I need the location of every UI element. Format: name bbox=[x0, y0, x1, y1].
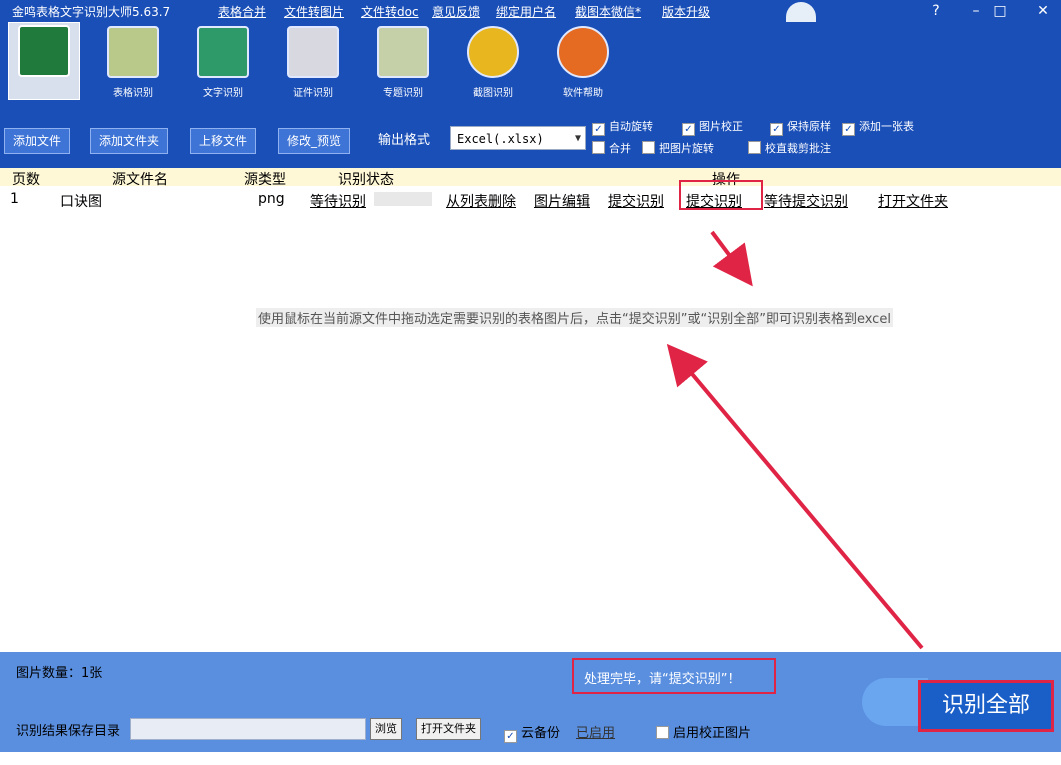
tool-excel[interactable] bbox=[8, 22, 80, 100]
options-row: 添加文件 添加文件夹 上移文件 修改_预览 输出格式 Excel(.xlsx) … bbox=[0, 120, 1061, 168]
cloud-status-link[interactable]: 已启用 bbox=[576, 722, 615, 741]
modify-preview-button[interactable]: 修改_预览 bbox=[278, 128, 351, 154]
checkbox-label: 把图片旋转 bbox=[659, 142, 714, 155]
keep-original-checkbox[interactable]: ✓ 保持原样 bbox=[770, 118, 831, 136]
wait-submit-link[interactable]: 等待提交识别 bbox=[764, 191, 848, 211]
tool-label: 截图识别 bbox=[473, 88, 513, 99]
menu-merge-tables[interactable]: 表格合并 bbox=[218, 3, 266, 20]
close-button[interactable]: ✕ bbox=[1025, 0, 1061, 22]
menu-screenshot[interactable]: 截图本微信* bbox=[575, 3, 641, 20]
checkbox-checked-icon: ✓ bbox=[842, 123, 855, 136]
checkbox-label: 云备份 bbox=[521, 726, 561, 741]
document-icon bbox=[197, 26, 249, 78]
chevron-down-icon: ▼ bbox=[574, 133, 581, 144]
checkbox-label: 校直裁剪批注 bbox=[765, 142, 831, 155]
checkbox-label: 图片校正 bbox=[699, 120, 743, 133]
title-bar: 金鸣表格文字识别大师5.63.7 表格合并 文件转图片 文件转doc 意见反馈 … bbox=[0, 0, 1061, 38]
checkbox-label: 自动旋转 bbox=[609, 120, 653, 133]
submit-recognition-link[interactable]: 提交识别 bbox=[608, 191, 664, 211]
rotate-image-checkbox[interactable]: 把图片旋转 bbox=[642, 140, 714, 156]
highlight-box bbox=[679, 180, 763, 210]
help-circle-icon bbox=[557, 26, 609, 78]
tool-label: 专题识别 bbox=[383, 88, 423, 99]
book-icon bbox=[377, 26, 429, 78]
excel-icon bbox=[18, 25, 70, 77]
open-folder-button[interactable]: 打开文件夹 bbox=[416, 718, 481, 740]
auto-rotate-checkbox[interactable]: ✓ 自动旋转 bbox=[592, 118, 653, 136]
menu-file-to-image[interactable]: 文件转图片 bbox=[284, 3, 344, 20]
checkbox-checked-icon: ✓ bbox=[770, 123, 783, 136]
image-count-value: 1张 bbox=[81, 666, 103, 681]
add-folder-button[interactable]: 添加文件夹 bbox=[90, 128, 169, 154]
delete-from-list-link[interactable]: 从列表删除 bbox=[446, 191, 516, 211]
maximize-button[interactable]: □ bbox=[984, 0, 1016, 22]
edit-image-link[interactable]: 图片编辑 bbox=[534, 191, 590, 211]
open-folder-link[interactable]: 打开文件夹 bbox=[878, 191, 948, 211]
table-header: 页数 源文件名 源类型 识别状态 操作 bbox=[0, 168, 1061, 188]
move-up-button[interactable]: 上移文件 bbox=[190, 128, 257, 154]
force-correction-checkbox[interactable]: 启用校正图片 bbox=[656, 722, 751, 741]
menu-bind-user[interactable]: 绑定用户名 bbox=[496, 3, 556, 20]
instruction-hint: 使用鼠标在当前源文件中拖动选定需要识别的表格图片后，点击“提交识别”或“识别全部… bbox=[256, 308, 893, 327]
tool-id-recognition[interactable]: 证件识别 bbox=[276, 24, 350, 99]
add-file-button[interactable]: 添加文件 bbox=[4, 128, 71, 154]
checkbox-empty-icon bbox=[748, 141, 761, 154]
status-progress-bar bbox=[374, 192, 432, 206]
table-icon bbox=[107, 26, 159, 78]
merge-checkbox[interactable]: 合并 bbox=[592, 140, 631, 156]
checkbox-label: 合并 bbox=[609, 142, 631, 155]
image-correction-checkbox[interactable]: ✓ 图片校正 bbox=[682, 118, 743, 136]
menu-feedback[interactable]: 意见反馈 bbox=[432, 3, 480, 20]
cell-status: 等待识别 bbox=[310, 194, 366, 210]
checkbox-checked-icon: ✓ bbox=[592, 123, 605, 136]
tool-special-recognition[interactable]: 专题识别 bbox=[366, 24, 440, 99]
straighten-crop-checkbox[interactable]: 校直裁剪批注 bbox=[748, 140, 831, 156]
tool-label: 证件识别 bbox=[293, 88, 333, 99]
recognize-all-button[interactable]: 识别全部 bbox=[918, 680, 1054, 732]
arrow-to-hint bbox=[666, 343, 924, 650]
cell-page: 1 bbox=[10, 191, 19, 207]
status-box: 处理完毕，请“提交识别”！ bbox=[572, 658, 776, 694]
checkbox-checked-icon: ✓ bbox=[682, 123, 695, 136]
table-row[interactable]: 1 口诀图 png 等待识别 从列表删除 图片编辑 提交识别 提交识别 等待提交… bbox=[0, 186, 1061, 210]
app-title: 金鸣表格文字识别大师5.63.7 bbox=[12, 5, 171, 19]
cell-type: png bbox=[258, 191, 285, 207]
output-format-value: Excel(.xlsx) bbox=[457, 132, 544, 146]
tool-label: 软件帮助 bbox=[563, 88, 603, 99]
save-dir-input[interactable] bbox=[130, 718, 366, 740]
browse-button[interactable]: 浏览 bbox=[370, 718, 402, 740]
id-card-icon bbox=[287, 26, 339, 78]
cloud-backup-checkbox[interactable]: ✓ 云备份 bbox=[504, 722, 560, 743]
checkbox-checked-icon: ✓ bbox=[504, 730, 517, 743]
status-text: 处理完毕，请“提交识别”！ bbox=[584, 672, 741, 687]
tool-screenshot-recognition[interactable]: 截图识别 bbox=[456, 24, 530, 99]
save-dir-label: 识别结果保存目录 bbox=[16, 724, 121, 739]
tool-table-recognition[interactable]: 表格识别 bbox=[96, 24, 170, 99]
checkbox-label: 启用校正图片 bbox=[673, 726, 752, 741]
menu-file-to-doc[interactable]: 文件转doc bbox=[361, 3, 419, 20]
help-icon[interactable]: ? bbox=[920, 0, 952, 22]
checkbox-empty-icon bbox=[656, 726, 669, 739]
tool-label: 文字识别 bbox=[203, 88, 243, 99]
tool-text-recognition[interactable]: 文字识别 bbox=[186, 24, 260, 99]
checkbox-label: 添加一张表 bbox=[859, 120, 914, 133]
output-format-label: 输出格式 bbox=[378, 133, 431, 148]
tool-label: 表格识别 bbox=[113, 88, 153, 99]
checkbox-empty-icon bbox=[592, 141, 605, 154]
image-count-label: 图片数量：1张 bbox=[16, 666, 103, 681]
checkbox-label: 保持原样 bbox=[787, 120, 831, 133]
tool-help[interactable]: 软件帮助 bbox=[546, 24, 620, 99]
menu-upgrade[interactable]: 版本升级 bbox=[662, 3, 710, 20]
output-format-select[interactable]: Excel(.xlsx) ▼ bbox=[450, 126, 586, 150]
add-sheet-checkbox[interactable]: ✓ 添加一张表 bbox=[842, 118, 914, 136]
cell-filename: 口诀图 bbox=[60, 194, 102, 210]
arrow-to-submit bbox=[710, 230, 753, 287]
smiley-icon bbox=[467, 26, 519, 78]
checkbox-empty-icon bbox=[642, 141, 655, 154]
toolbar: 表格识别 文字识别 证件识别 专题识别 截图识别 软件帮助 bbox=[0, 22, 1061, 122]
